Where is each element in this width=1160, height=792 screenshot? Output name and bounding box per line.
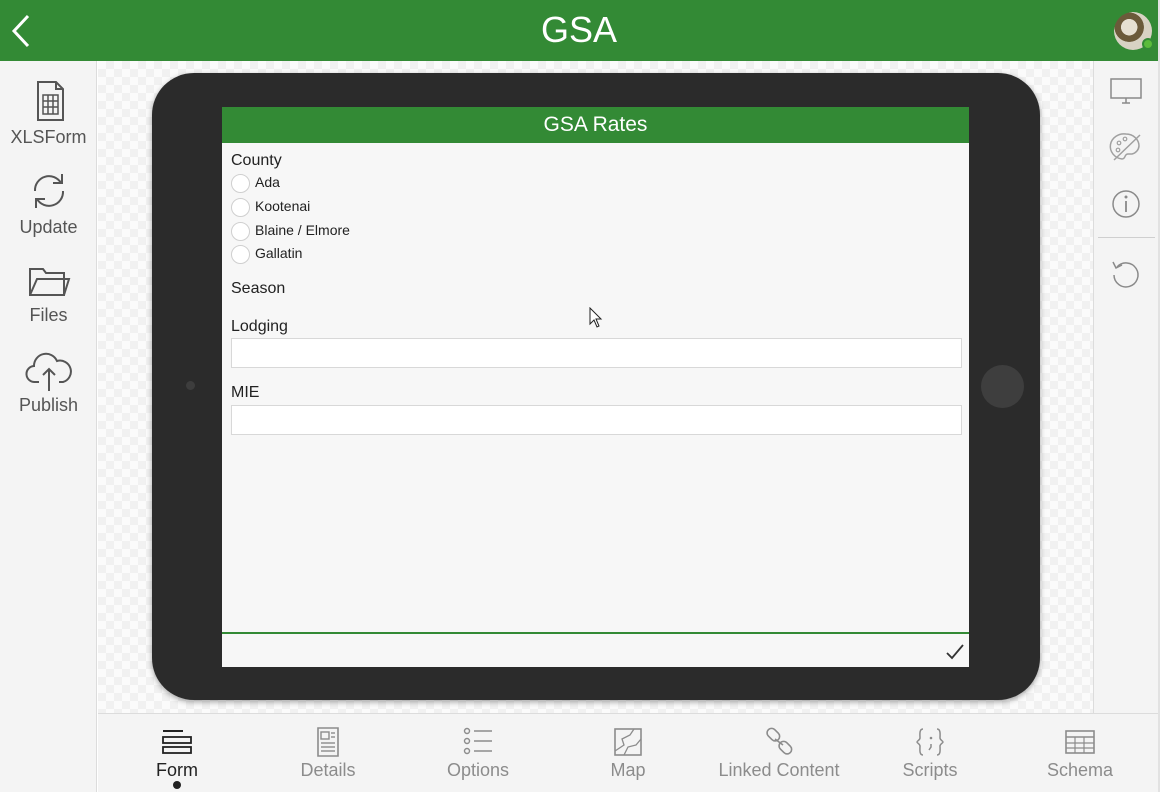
info-icon[interactable] xyxy=(1108,186,1144,222)
season-label: Season xyxy=(231,280,286,297)
active-tab-indicator xyxy=(173,781,181,789)
radio-label: Kootenai xyxy=(255,198,311,214)
tab-form[interactable]: Form xyxy=(126,714,228,792)
folder-icon xyxy=(28,268,70,296)
tab-label: Schema xyxy=(1046,760,1114,780)
radio-label: Blaine / Elmore xyxy=(255,222,350,238)
sidebar-item-xlsform[interactable]: XLSForm xyxy=(0,79,97,163)
tab-label: Scripts xyxy=(902,760,958,780)
mie-input[interactable] xyxy=(231,405,962,435)
refresh-icon xyxy=(33,174,64,208)
sidebar-item-update[interactable]: Update xyxy=(0,169,97,253)
form-icon xyxy=(162,730,192,754)
bottom-tab-bar: Form Details Options Map Linked Content … xyxy=(98,713,1158,792)
tab-options[interactable]: Options xyxy=(428,714,528,792)
cloud-upload-icon xyxy=(25,352,72,391)
left-sidebar: XLSForm Update Files Publish xyxy=(0,61,97,792)
link-icon xyxy=(766,727,793,755)
details-icon xyxy=(317,727,339,757)
spreadsheet-file-icon xyxy=(36,81,64,121)
options-list-icon xyxy=(463,727,492,755)
mouse-cursor-icon xyxy=(589,307,603,328)
tab-linked-content[interactable]: Linked Content xyxy=(710,714,848,792)
county-label: County xyxy=(231,152,282,169)
sidebar-item-label: Update xyxy=(19,217,78,237)
right-toolbar xyxy=(1093,61,1158,713)
radio-button[interactable] xyxy=(231,245,250,264)
lodging-input[interactable] xyxy=(231,338,962,368)
radio-button[interactable] xyxy=(231,174,250,193)
sidebar-item-label: Files xyxy=(29,305,68,325)
tab-label: Details xyxy=(300,760,356,780)
monitor-icon[interactable] xyxy=(1108,73,1144,109)
online-status-dot xyxy=(1142,38,1154,50)
radio-label: Gallatin xyxy=(255,245,303,261)
radio-button[interactable] xyxy=(231,222,250,241)
toolbar-separator xyxy=(1098,237,1155,238)
tab-label: Form xyxy=(156,760,198,780)
radio-label: Ada xyxy=(255,174,280,190)
tablet-camera xyxy=(186,381,195,390)
tab-label: Options xyxy=(446,760,510,780)
sidebar-item-label: Publish xyxy=(18,395,79,415)
app-title: GSA xyxy=(540,9,618,50)
tab-label: Map xyxy=(610,760,646,780)
submit-check-icon[interactable] xyxy=(944,641,966,663)
scripts-braces-icon xyxy=(916,728,944,756)
schema-table-icon xyxy=(1065,730,1095,754)
sidebar-item-publish[interactable]: Publish xyxy=(0,351,97,435)
user-avatar[interactable] xyxy=(1114,12,1154,50)
sidebar-item-label: XLSForm xyxy=(10,127,87,147)
map-icon xyxy=(614,728,642,756)
tab-label: Linked Content xyxy=(718,760,840,780)
form-title: GSA Rates xyxy=(222,107,969,143)
mie-label: MIE xyxy=(231,384,260,401)
tab-schema[interactable]: Schema xyxy=(1030,714,1130,792)
radio-button[interactable] xyxy=(231,198,250,217)
form-footer-divider xyxy=(222,632,969,634)
tab-details[interactable]: Details xyxy=(278,714,378,792)
tab-scripts[interactable]: Scripts xyxy=(880,714,980,792)
tab-map[interactable]: Map xyxy=(578,714,678,792)
lodging-label: Lodging xyxy=(231,318,288,335)
form-preview-screen: GSA Rates County Ada Kootenai Blaine / E… xyxy=(222,107,969,667)
tablet-home-button xyxy=(981,365,1024,408)
app-header: GSA xyxy=(0,0,1158,61)
sidebar-item-files[interactable]: Files xyxy=(0,261,97,345)
reset-icon[interactable] xyxy=(1108,256,1144,292)
palette-disabled-icon[interactable] xyxy=(1108,129,1144,165)
